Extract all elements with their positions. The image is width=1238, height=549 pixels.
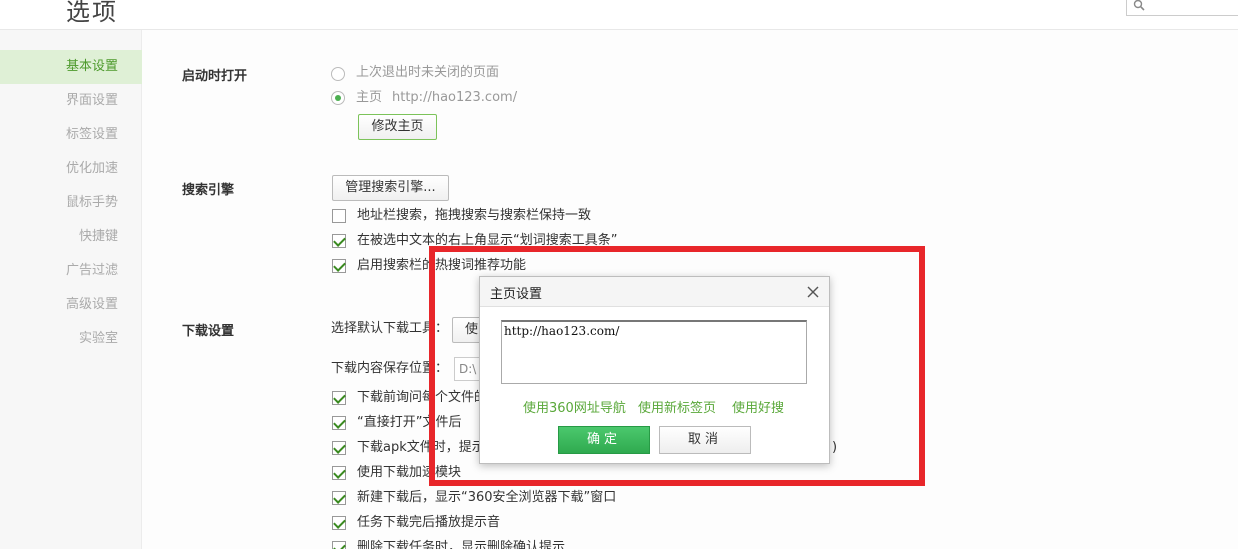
checkbox-addressbar-search[interactable] [332,209,346,223]
checkbox-selection-toolbar[interactable] [332,234,346,248]
search-box[interactable] [1126,0,1238,16]
delete-confirm-label: 删除下载任务时，显示删除确认提示 [357,540,566,549]
checkbox-play-sound[interactable] [332,516,346,530]
manage-search-engines-button[interactable]: 管理搜索引擎... [332,175,449,201]
ok-button[interactable]: 确定 [558,426,650,454]
option-last-session-label: 上次退出时未关闭的页面 [356,65,500,80]
download-settings-label: 下载设置 [182,324,235,339]
checkbox-apk-prompt[interactable] [332,441,346,455]
radio-homepage[interactable] [331,91,345,105]
sidebar-item-advanced[interactable]: 高级设置 [0,288,142,322]
startup-label: 启动时打开 [182,69,248,84]
homepage-url-input[interactable]: http://hao123.com/ [501,320,807,384]
title-bar: 选项 [0,0,1238,30]
cancel-button[interactable]: 取消 [659,426,751,454]
sidebar-item-optimize[interactable]: 优化加速 [0,152,142,186]
modify-homepage-button[interactable]: 修改主页 [358,114,437,140]
checkbox-show-download-window[interactable] [332,491,346,505]
use-new-tab-link[interactable]: 使用新标签页 [638,397,716,416]
checkbox-direct-open[interactable] [332,416,346,430]
checkbox-delete-confirm[interactable] [332,541,346,549]
sidebar-item-adblock[interactable]: 广告过滤 [0,254,142,288]
sidebar: 基本设置 界面设置 标签设置 优化加速 鼠标手势 快捷键 广告过滤 高级设置 实… [0,30,142,549]
sidebar-item-shortcuts[interactable]: 快捷键 [0,220,142,254]
option-homepage-label: 主页 [356,90,383,105]
dialog-header: 主页设置 [480,277,829,307]
close-icon[interactable] [805,284,821,300]
radio-last-session[interactable] [331,67,345,81]
sidebar-item-interface[interactable]: 界面设置 [0,84,142,118]
sidebar-item-gestures[interactable]: 鼠标手势 [0,186,142,220]
play-sound-label: 任务下载完后播放提示音 [357,515,501,530]
search-engine-label: 搜索引擎 [182,183,235,198]
sidebar-item-basic[interactable]: 基本设置 [0,50,142,84]
addressbar-search-label: 地址栏搜索，拖拽搜索与搜索栏保持一致 [357,208,592,223]
search-input[interactable] [1149,0,1238,15]
sidebar-item-lab[interactable]: 实验室 [0,322,142,356]
homepage-dialog: 主页设置 http://hao123.com/ 使用360网址导航 使用新标签页… [479,276,830,464]
search-icon [1133,0,1145,11]
homepage-url: http://hao123.com/ [392,90,518,105]
page-title: 选项 [66,0,118,26]
show-download-window-label: 新建下载后，显示“360安全浏览器下载”窗口 [357,490,617,505]
use-haosou-link[interactable]: 使用好搜 [732,397,784,416]
use-360-nav-link[interactable]: 使用360网址导航 [523,397,626,416]
checkbox-download-accel[interactable] [332,466,346,480]
dialog-title: 主页设置 [490,287,543,302]
checkbox-hot-words[interactable] [332,259,346,273]
checkbox-ask-each-file[interactable] [332,391,346,405]
sidebar-item-tabs[interactable]: 标签设置 [0,118,142,152]
